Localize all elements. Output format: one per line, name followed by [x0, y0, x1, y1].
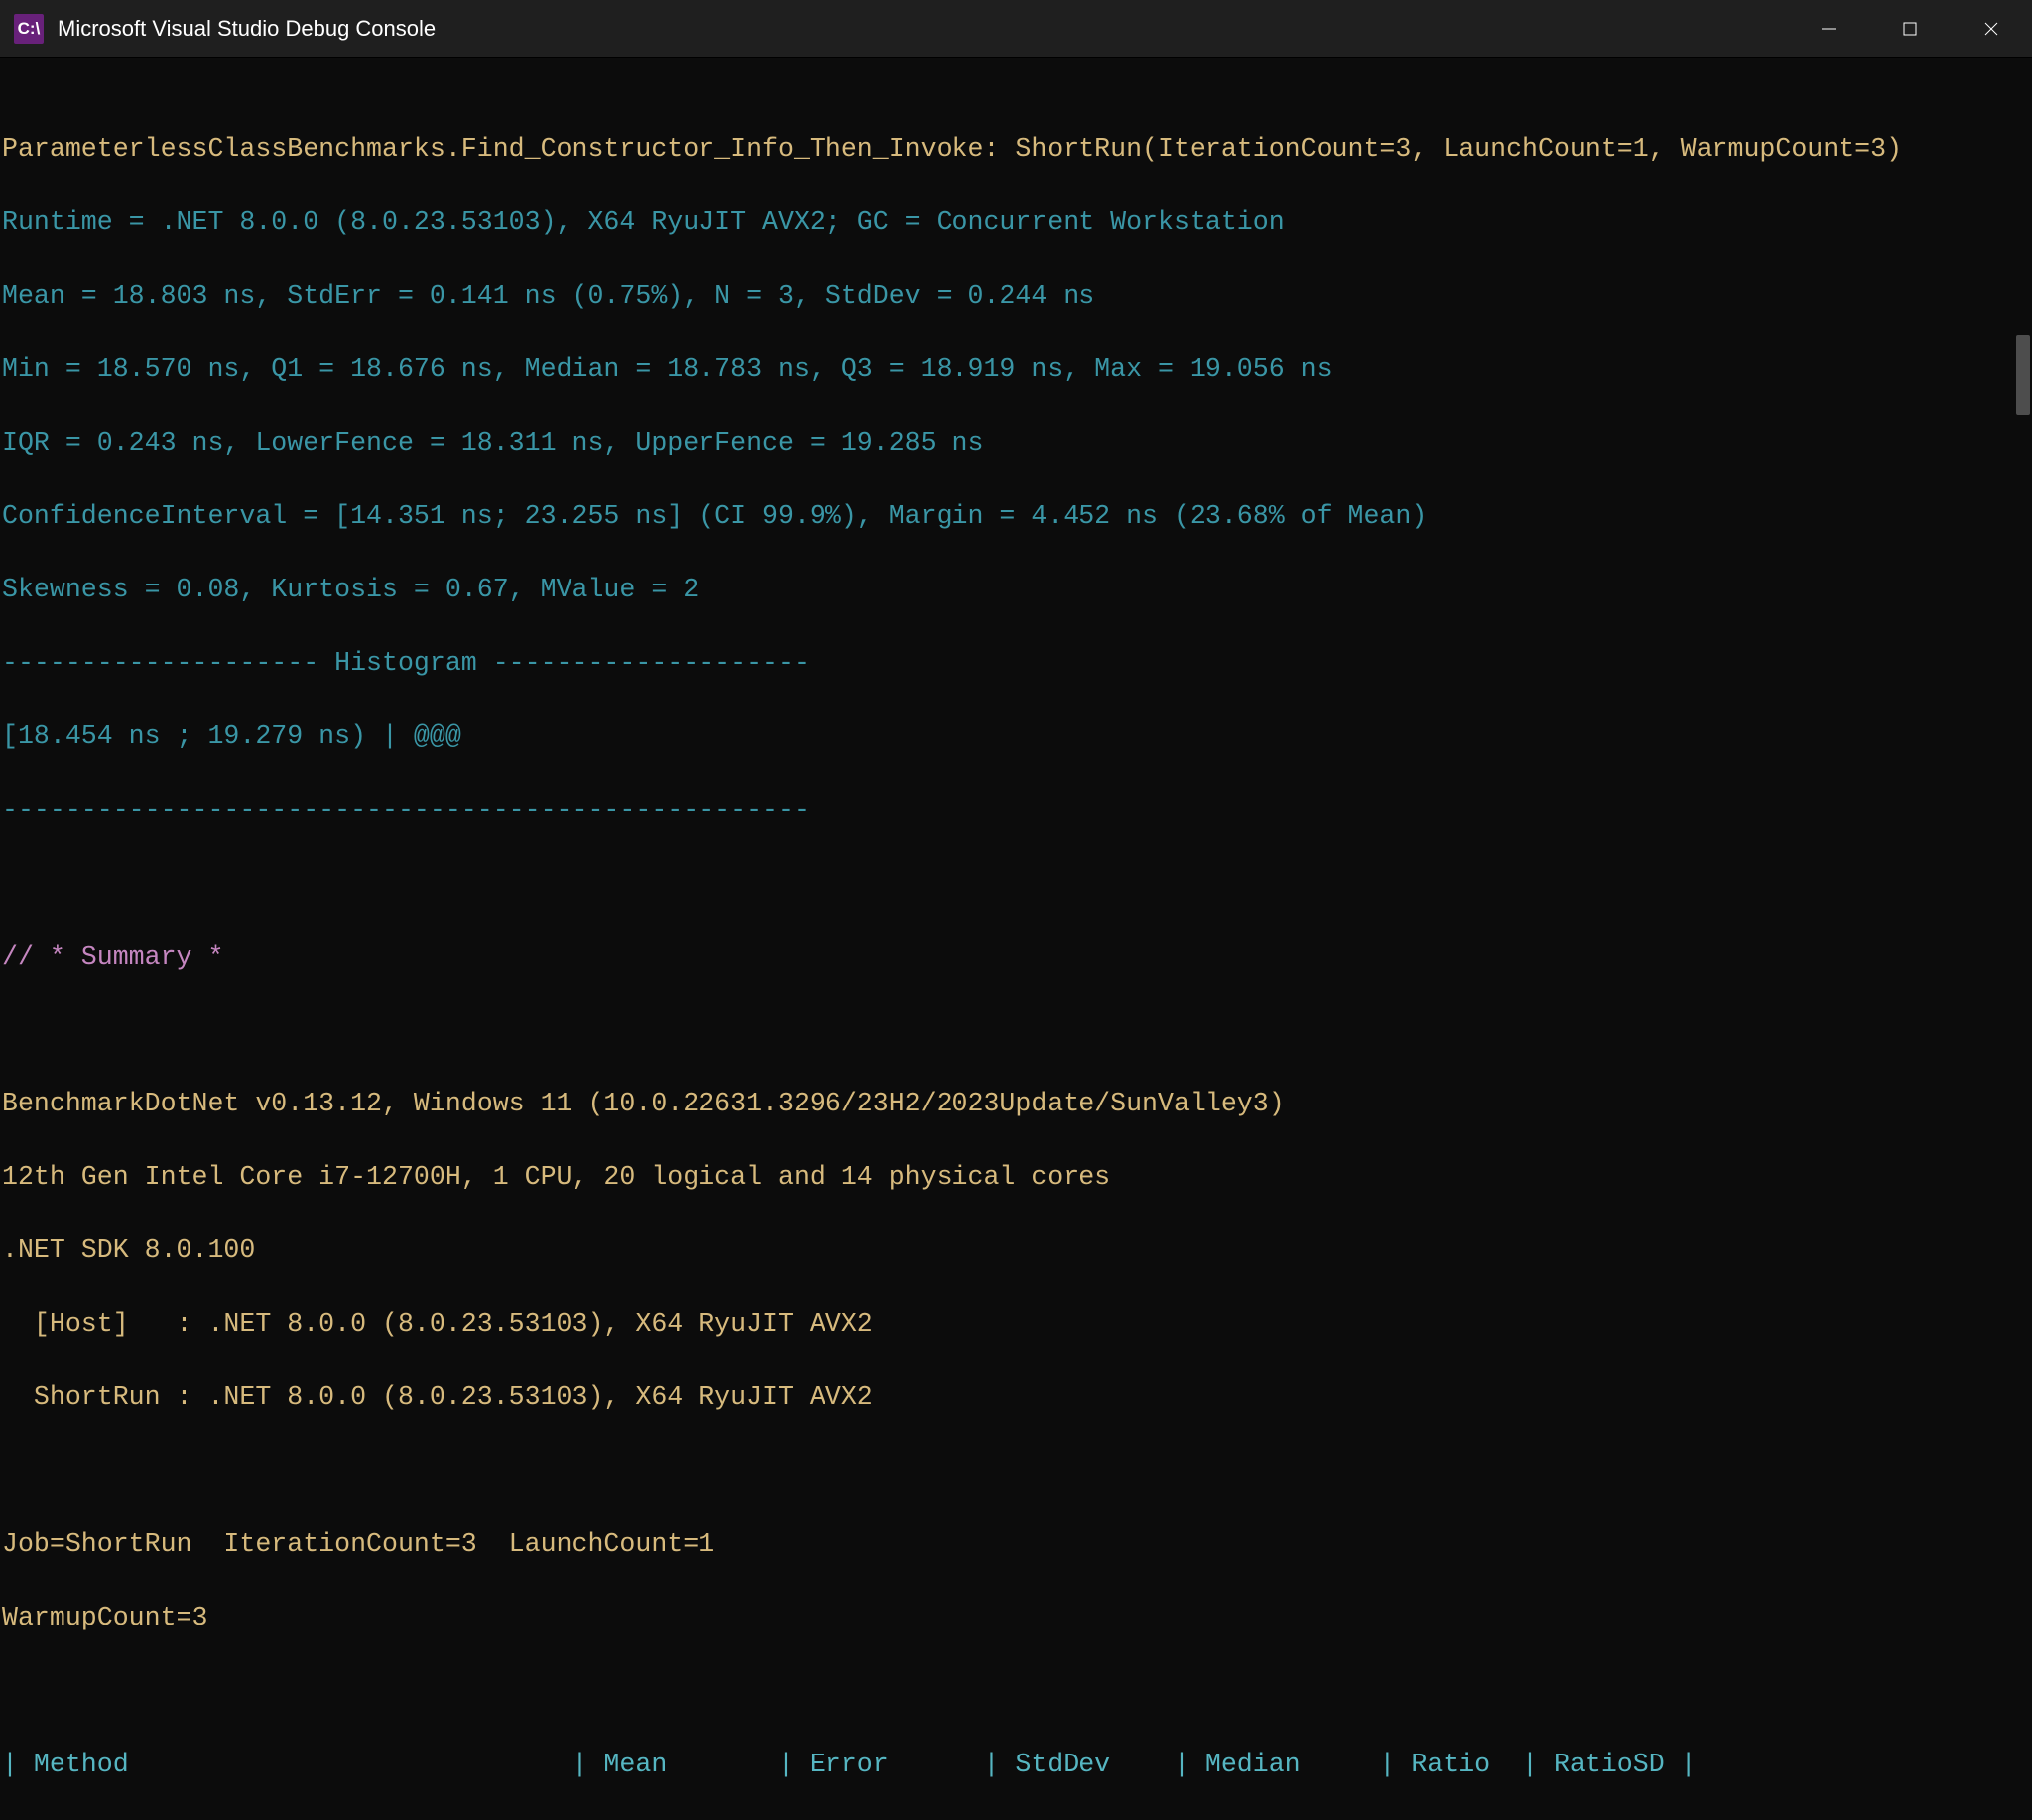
- window-controls: [1788, 0, 2032, 58]
- env-2: 12th Gen Intel Core i7-12700H, 1 CPU, 20…: [2, 1159, 2032, 1196]
- blank: [2, 1453, 2032, 1490]
- warmup-line: WarmupCount=3: [2, 1600, 2032, 1636]
- blank: [2, 1012, 2032, 1049]
- close-button[interactable]: [1951, 0, 2032, 58]
- env-sdk: .NET SDK 8.0.100: [2, 1233, 2032, 1269]
- console-output[interactable]: ParameterlessClassBenchmarks.Find_Constr…: [0, 58, 2032, 1820]
- console-window: C:\ Microsoft Visual Studio Debug Consol…: [0, 0, 2032, 1820]
- stat-iqr: IQR = 0.243 ns, LowerFence = 18.311 ns, …: [2, 425, 2032, 461]
- job-line: Job=ShortRun IterationCount=3 LaunchCoun…: [2, 1526, 2032, 1563]
- app-icon: C:\: [14, 14, 44, 44]
- scrollbar-thumb[interactable]: [2016, 335, 2030, 415]
- benchmark-header: ParameterlessClassBenchmarks.Find_Constr…: [2, 131, 2032, 168]
- maximize-button[interactable]: [1869, 0, 1951, 58]
- summary-title: // * Summary *: [2, 939, 2032, 975]
- stat-skew: Skewness = 0.08, Kurtosis = 0.67, MValue…: [2, 572, 2032, 608]
- hist-row: [18.454 ns ; 19.279 ns) | @@@: [2, 718, 2032, 755]
- blank: [2, 1673, 2032, 1710]
- stat-min: Min = 18.570 ns, Q1 = 18.676 ns, Median …: [2, 351, 2032, 388]
- stat-runtime: Runtime = .NET 8.0.0 (8.0.23.53103), X64…: [2, 204, 2032, 241]
- table-header: | Method | Mean | Error | StdDev | Media…: [2, 1747, 2032, 1783]
- window-title: Microsoft Visual Studio Debug Console: [58, 16, 436, 42]
- hist-head: -------------------- Histogram ---------…: [2, 645, 2032, 682]
- env-short: ShortRun : .NET 8.0.0 (8.0.23.53103), X6…: [2, 1379, 2032, 1416]
- title-left: C:\ Microsoft Visual Studio Debug Consol…: [0, 14, 436, 44]
- titlebar[interactable]: C:\ Microsoft Visual Studio Debug Consol…: [0, 0, 2032, 58]
- env-1: BenchmarkDotNet v0.13.12, Windows 11 (10…: [2, 1086, 2032, 1122]
- env-host: [Host] : .NET 8.0.0 (8.0.23.53103), X64 …: [2, 1306, 2032, 1343]
- stat-mean: Mean = 18.803 ns, StdErr = 0.141 ns (0.7…: [2, 278, 2032, 315]
- hist-foot: ----------------------------------------…: [2, 792, 2032, 829]
- minimize-button[interactable]: [1788, 0, 1869, 58]
- stat-ci: ConfidenceInterval = [14.351 ns; 23.255 …: [2, 498, 2032, 535]
- blank: [2, 865, 2032, 902]
